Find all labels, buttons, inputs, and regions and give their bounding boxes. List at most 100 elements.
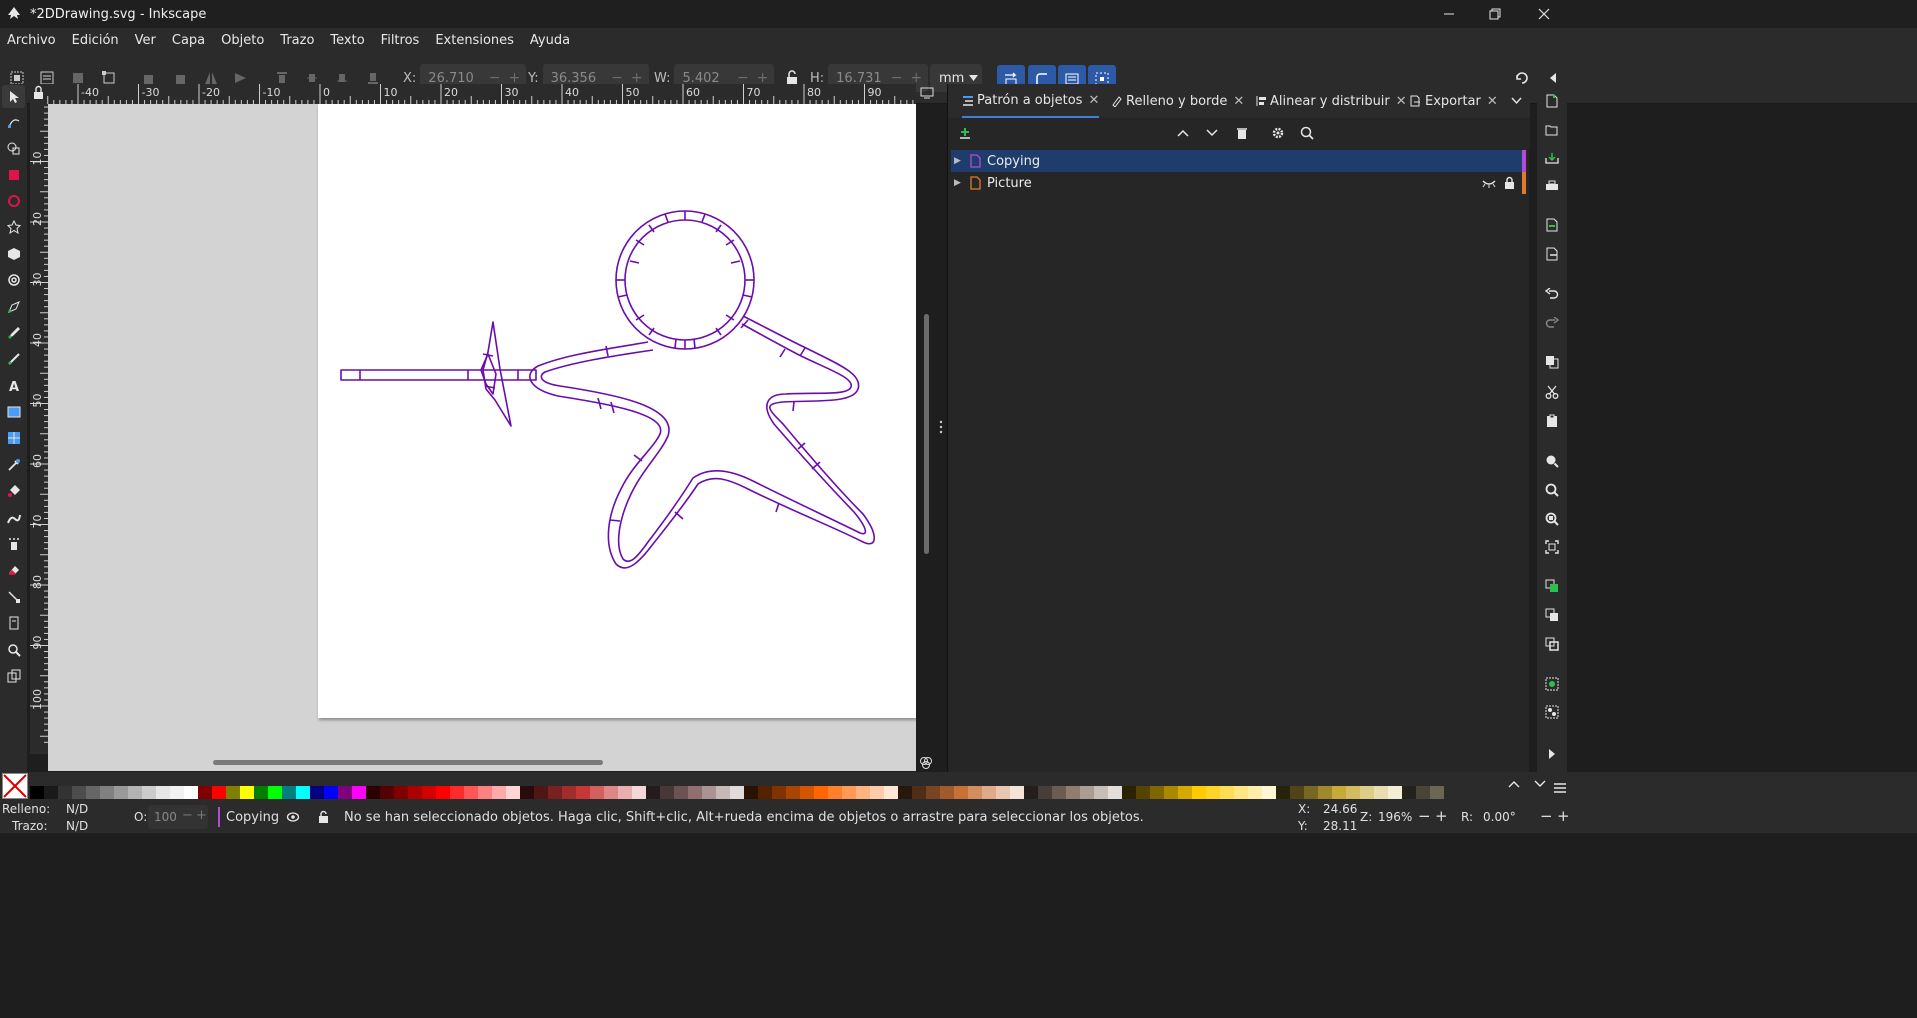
palette-swatch[interactable] [408, 786, 422, 799]
spray-tool[interactable] [2, 532, 25, 555]
palette-swatch[interactable] [828, 786, 842, 799]
expand-commands-button[interactable] [1542, 744, 1562, 764]
palette-swatch[interactable] [688, 786, 702, 799]
palette-swatch[interactable] [198, 786, 212, 799]
color-management-icon[interactable] [919, 756, 933, 770]
move-up-button[interactable] [1173, 123, 1193, 143]
palette-swatch[interactable] [744, 786, 758, 799]
ellipse-tool[interactable] [2, 189, 25, 212]
rotate-minus-icon[interactable]: − [1540, 807, 1553, 825]
copy-button[interactable] [1542, 352, 1562, 372]
palette-swatch[interactable] [184, 786, 198, 799]
hidden-eye-icon[interactable] [1482, 177, 1496, 189]
pen-tool[interactable] [2, 295, 25, 318]
palette-swatch[interactable] [170, 786, 184, 799]
menu-capa[interactable]: Capa [164, 28, 213, 54]
layer-lock-icon[interactable] [318, 810, 329, 823]
rotation-value[interactable]: 0.00° [1483, 810, 1516, 824]
node-tool[interactable] [2, 110, 25, 133]
palette-swatch[interactable] [940, 786, 954, 799]
menu-objeto[interactable]: Objeto [213, 28, 272, 54]
open-button[interactable] [1542, 120, 1562, 140]
palette-swatch[interactable] [338, 786, 352, 799]
move-down-button[interactable] [1202, 123, 1222, 143]
mesh-tool[interactable] [2, 426, 25, 449]
body-inner-path[interactable] [540, 323, 867, 563]
palette-swatch[interactable] [436, 786, 450, 799]
menu-trazo[interactable]: Trazo [272, 28, 322, 54]
palette-swatch[interactable] [772, 786, 786, 799]
connector-tool[interactable] [2, 585, 25, 608]
palette-swatch[interactable] [1122, 786, 1136, 799]
palette-swatch[interactable] [1066, 786, 1080, 799]
palette-swatch[interactable] [58, 786, 72, 799]
opacity-input[interactable]: 100 − + [148, 805, 208, 829]
rectangle-tool[interactable] [2, 163, 25, 186]
settings-button[interactable] [1268, 123, 1288, 143]
palette-swatch[interactable] [296, 786, 310, 799]
menu-archivo[interactable]: Archivo [0, 28, 64, 54]
tab-layers-objects[interactable]: Patrón a objetos ✕ [962, 84, 1100, 118]
palette-swatch[interactable] [156, 786, 170, 799]
tweak-tool[interactable] [2, 506, 25, 529]
star-tool[interactable] [2, 215, 25, 238]
calligraphy-tool[interactable] [2, 347, 25, 370]
palette-swatch[interactable] [674, 786, 688, 799]
layer-row-picture[interactable]: ▶ Picture [951, 172, 1526, 194]
palette-swatch[interactable] [1346, 786, 1360, 799]
rotate-plus-icon[interactable]: + [1557, 807, 1570, 825]
3d-box-tool[interactable] [2, 242, 25, 265]
palette-swatch[interactable] [898, 786, 912, 799]
gradient-tool[interactable] [2, 400, 25, 423]
palette-swatch[interactable] [884, 786, 898, 799]
menu-filtros[interactable]: Filtros [373, 28, 428, 54]
palette-swatch[interactable] [1052, 786, 1066, 799]
plus-icon[interactable]: + [196, 808, 207, 823]
fill-value[interactable]: N/D [66, 802, 88, 816]
pages-tool[interactable] [2, 611, 25, 634]
palette-swatch[interactable] [1108, 786, 1122, 799]
palette-swatch[interactable] [1080, 786, 1094, 799]
palette-swatch[interactable] [534, 786, 548, 799]
palette-swatch[interactable] [100, 786, 114, 799]
palette-swatch[interactable] [72, 786, 86, 799]
undo-button[interactable] [1542, 284, 1562, 304]
palette-swatch[interactable] [1234, 786, 1248, 799]
horizontal-scrollbar[interactable] [48, 754, 916, 771]
lock-icon[interactable] [1504, 176, 1515, 189]
palette-swatch[interactable] [646, 786, 660, 799]
spiral-tool[interactable] [2, 268, 25, 291]
palette-swatch[interactable] [1192, 786, 1206, 799]
display-mode-icon[interactable] [920, 87, 934, 99]
print-button[interactable] [1542, 176, 1562, 196]
palette-swatch[interactable] [632, 786, 646, 799]
paste-button[interactable] [1542, 411, 1562, 431]
palette-swatch[interactable] [576, 786, 590, 799]
menu-extensiones[interactable]: Extensiones [427, 28, 522, 54]
palette-swatch[interactable] [926, 786, 940, 799]
palette-swatch[interactable] [44, 786, 58, 799]
close-tab-icon[interactable]: ✕ [1396, 94, 1407, 109]
head-outer-circle[interactable] [615, 210, 755, 350]
palette-swatch[interactable] [1402, 786, 1416, 799]
export-button[interactable] [1542, 244, 1562, 264]
redo-button[interactable] [1542, 313, 1562, 333]
palette-swatch[interactable] [968, 786, 982, 799]
pencil-tool[interactable] [2, 321, 25, 344]
palette-swatch[interactable] [702, 786, 716, 799]
palette-swatch[interactable] [212, 786, 226, 799]
palette-swatch[interactable] [1360, 786, 1374, 799]
zoom-in-icon[interactable]: + [1435, 807, 1448, 825]
zoom-selection-button[interactable] [1542, 451, 1562, 471]
palette-swatch[interactable] [982, 786, 996, 799]
palette-swatch[interactable] [1136, 786, 1150, 799]
menu-texto[interactable]: Texto [322, 28, 372, 54]
shape-builder-tool[interactable] [2, 136, 25, 159]
palette-swatch[interactable] [520, 786, 534, 799]
palette-swatch[interactable] [450, 786, 464, 799]
current-layer-name[interactable]: Copying [226, 810, 279, 825]
zoom-out-icon[interactable]: − [1418, 807, 1431, 825]
palette-swatch[interactable] [912, 786, 926, 799]
palette-swatch[interactable] [1038, 786, 1052, 799]
vertical-scroll-thumb[interactable] [924, 314, 929, 554]
